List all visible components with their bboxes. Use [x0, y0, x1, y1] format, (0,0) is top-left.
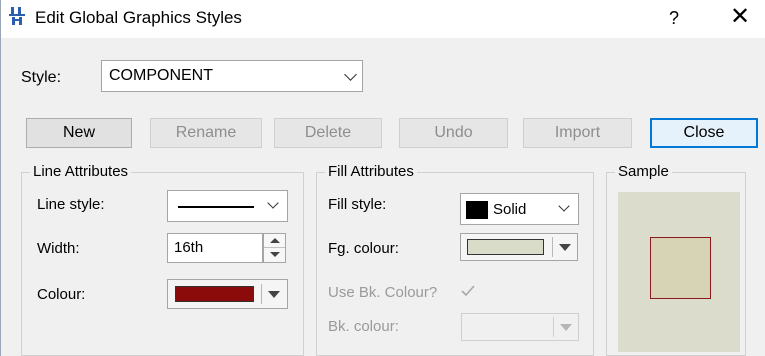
edit-global-graphics-styles-dialog: Edit Global Graphics Styles ? ✕ Style: C… [0, 0, 765, 356]
style-label-text: Style: [21, 69, 62, 86]
rename-button[interactable]: Rename [150, 118, 262, 148]
undo-button[interactable]: Undo [399, 118, 508, 148]
delete-button[interactable]: Delete [274, 118, 382, 148]
fill-attributes-title: Fill Attributes [325, 163, 417, 180]
line-colour-dropdown[interactable] [167, 279, 288, 309]
graphics-styles-icon [9, 7, 25, 25]
fg-colour-dropdown[interactable] [460, 233, 578, 261]
bk-colour-label: Bk. colour: [328, 318, 399, 335]
dropdown-arrow-icon [559, 244, 571, 251]
line-attributes-title: Line Attributes [30, 163, 132, 180]
style-label: Style: [21, 69, 61, 87]
use-bk-colour-checkbox[interactable] [460, 283, 476, 299]
width-spinner[interactable] [263, 233, 286, 263]
sample-preview-area [618, 192, 740, 352]
line-style-label: Line style: [37, 196, 105, 213]
dropdown-separator [261, 284, 262, 304]
help-button[interactable]: ? [657, 4, 691, 32]
chevron-down-icon [558, 200, 570, 212]
bk-colour-dropdown[interactable] [461, 313, 579, 341]
sample-title: Sample [615, 163, 672, 180]
dropdown-arrow-icon [560, 324, 572, 331]
dropdown-separator [553, 317, 554, 337]
style-dropdown-value: COMPONENT [109, 67, 213, 84]
width-input[interactable]: 16th [167, 233, 263, 263]
sample-preview-rect [650, 237, 711, 299]
width-label: Width: [37, 240, 80, 257]
fill-swatch [466, 201, 488, 219]
style-dropdown[interactable]: COMPONENT [101, 60, 363, 92]
fill-style-label: Fill style: [328, 196, 387, 213]
title-bar[interactable]: Edit Global Graphics Styles ? ✕ [1, 0, 765, 38]
window-title: Edit Global Graphics Styles [35, 8, 242, 27]
fill-style-dropdown[interactable]: Solid [460, 193, 579, 225]
close-button[interactable]: Close [650, 118, 758, 148]
fill-style-value: Solid [493, 201, 527, 218]
chevron-down-icon [344, 68, 357, 81]
spin-up-icon[interactable] [264, 234, 285, 248]
dropdown-arrow-icon [268, 291, 280, 298]
colour-label: Colour: [37, 286, 86, 303]
new-button[interactable]: New [26, 118, 132, 148]
close-window-icon[interactable]: ✕ [717, 2, 763, 32]
use-bk-colour-label: Use Bk. Colour? [328, 284, 438, 301]
dropdown-separator [552, 237, 553, 257]
spin-down-icon[interactable] [264, 248, 285, 262]
line-style-preview [178, 206, 254, 208]
fg-colour-label: Fg. colour: [328, 240, 399, 257]
line-colour-swatch [175, 286, 254, 302]
fg-colour-swatch [467, 239, 544, 255]
line-style-dropdown[interactable] [167, 190, 288, 222]
width-value: 16th [174, 239, 204, 256]
import-button[interactable]: Import [523, 118, 632, 148]
chevron-down-icon [267, 197, 279, 209]
